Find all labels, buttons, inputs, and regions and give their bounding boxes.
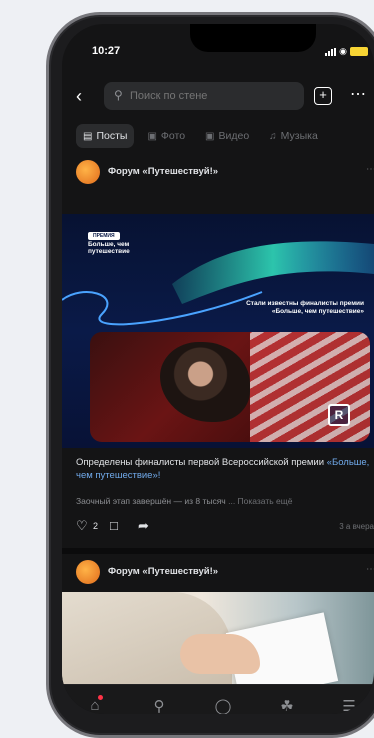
menu-icon[interactable]: ☰ xyxy=(334,697,364,714)
search-field[interactable]: ⚲ xyxy=(104,82,304,110)
post-author[interactable]: Форум «Путешествуй!» xyxy=(108,566,218,577)
post-menu-icon[interactable]: ⋯ xyxy=(366,564,374,575)
post-header[interactable]: Форум «Путешествуй!» ⋯ xyxy=(76,558,374,586)
avatar[interactable] xyxy=(76,560,100,584)
tab-music[interactable]: ♫ Музыка xyxy=(262,124,325,148)
app-screen: 10:27 ◉ ‹ ⚲ + ⋯ ▤ Посты ▣ Фото ▣ Видео ♫ xyxy=(62,24,374,714)
like-count: 2 xyxy=(93,521,99,531)
status-icons: ◉ xyxy=(325,46,368,57)
wifi-icon: ◉ xyxy=(339,46,347,56)
r-logo: R xyxy=(328,404,350,426)
status-bar: 10:27 ◉ xyxy=(62,24,374,68)
tab-label: Фото xyxy=(160,130,186,142)
post-header[interactable]: Форум «Путешествуй!» ⋯ xyxy=(76,158,374,186)
post-banner-image[interactable]: ПРЕМИЯ Больше, чем путешествие Стали изв… xyxy=(62,214,374,448)
post-image[interactable] xyxy=(62,592,374,684)
notification-dot xyxy=(98,695,103,700)
bottom-navigation: ⌂ ⚲ ◯ ☘ ☰ xyxy=(62,684,374,714)
back-arrow-icon[interactable]: ‹ xyxy=(76,86,82,107)
tab-label: Посты xyxy=(96,130,128,142)
clips-icon[interactable]: ☘ xyxy=(272,697,302,714)
messages-icon[interactable]: ◯ xyxy=(208,697,238,714)
photo-icon: ▣ xyxy=(147,130,157,142)
post-date: 3 а вчера xyxy=(339,522,374,531)
banner-tagline: Больше, чем путешествие xyxy=(88,241,130,256)
music-icon: ♫ xyxy=(269,130,277,142)
post-actions: ♡ 2 □ ➦ 3 а вчера xyxy=(76,518,374,538)
battery-icon xyxy=(350,47,368,56)
video-icon: ▣ xyxy=(205,130,215,142)
add-post-button[interactable]: + xyxy=(314,87,332,105)
post-menu-icon[interactable]: ⋯ xyxy=(366,164,374,175)
show-more-link[interactable]: ... Показать ещё xyxy=(228,496,292,506)
wall-tabs: ▤ Посты ▣ Фото ▣ Видео ♫ Музыка xyxy=(76,124,374,150)
search-icon[interactable]: ⚲ xyxy=(144,697,174,714)
post-subtext: Заочный этап завершён — из 8 тысяч ... П… xyxy=(76,496,374,506)
search-input[interactable] xyxy=(130,82,300,110)
banner-caption-line: «Больше, чем путешествие» xyxy=(271,308,364,316)
banner-caption: Стали известны финалисты премии «Больше,… xyxy=(164,300,364,316)
banner-caption-line: Стали известны финалисты премии xyxy=(246,300,364,307)
stripes-decoration xyxy=(250,332,370,442)
person-image xyxy=(160,342,250,422)
more-options-icon[interactable]: ⋯ xyxy=(350,84,367,104)
top-bar: ‹ ⚲ + ⋯ xyxy=(70,82,374,112)
tab-posts[interactable]: ▤ Посты xyxy=(76,124,135,148)
post-divider xyxy=(62,548,374,554)
post-text-body: Определены финалисты первой Всероссийско… xyxy=(76,457,327,468)
hand-image xyxy=(180,634,260,674)
tab-video[interactable]: ▣ Видео xyxy=(198,124,256,148)
home-icon[interactable]: ⌂ xyxy=(80,695,110,714)
posts-icon: ▤ xyxy=(83,130,93,142)
post-text: Определены финалисты первой Всероссийско… xyxy=(76,456,374,483)
tab-label: Музыка xyxy=(280,130,318,142)
post-author[interactable]: Форум «Путешествуй!» xyxy=(108,166,218,177)
tab-photo[interactable]: ▣ Фото xyxy=(140,124,192,148)
status-time: 10:27 xyxy=(92,45,121,57)
finalist-photo: R xyxy=(90,332,370,442)
avatar[interactable] xyxy=(76,160,100,184)
search-icon: ⚲ xyxy=(114,88,123,102)
post-subtext-body: Заочный этап завершён — из 8 тысяч xyxy=(76,496,229,506)
signal-icon xyxy=(325,47,337,56)
comment-icon[interactable]: □ xyxy=(110,518,118,533)
share-icon[interactable]: ➦ xyxy=(138,518,149,534)
tab-label: Видео xyxy=(218,130,250,142)
banner-badge: ПРЕМИЯ xyxy=(88,232,120,240)
like-icon[interactable]: ♡ xyxy=(76,518,88,534)
